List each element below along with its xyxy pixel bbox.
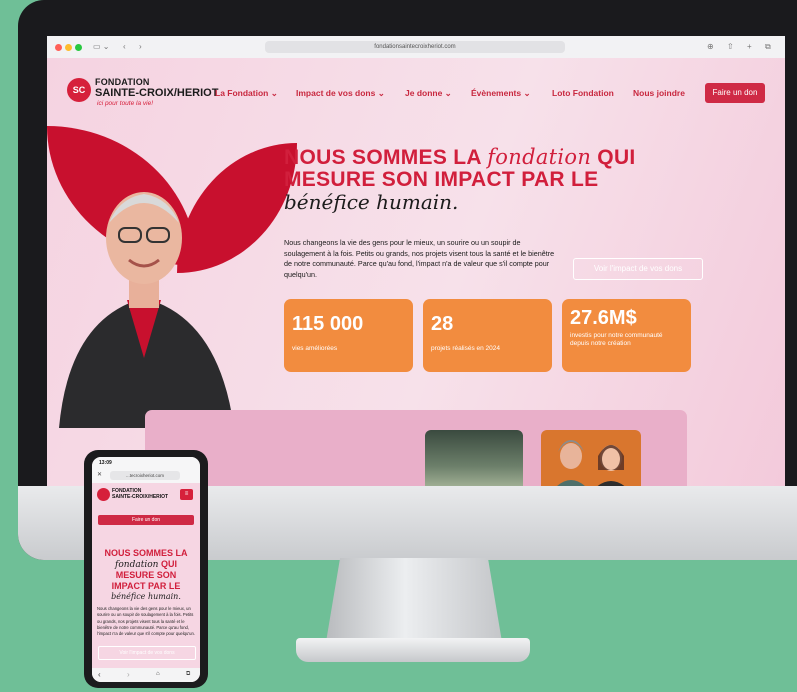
phone-heading-3: MESURE SON	[115, 570, 177, 580]
phone-screen: 13:09 ✕ ...tecroixheriot.com FONDATION SA…	[92, 457, 200, 682]
phone-heading-1: NOUS SOMMES LA	[104, 548, 188, 558]
impact-cta-button[interactable]: Voir l'impact de vos dons	[573, 258, 703, 280]
photo-thumbnail	[541, 430, 641, 486]
hero-heading-script: bénéfice humain.	[284, 190, 459, 214]
menu-icon[interactable]: ≡	[180, 489, 193, 500]
new-tab-icon[interactable]: +	[747, 42, 752, 52]
stat-label: projets réalisés en 2024	[431, 345, 501, 352]
stat-card: 28 projets réalisés en 2024	[423, 299, 552, 372]
stat-card: 115 000 vies améliorées	[284, 299, 413, 372]
phone-heading-4: IMPACT PAR LE	[111, 581, 181, 591]
nav-la-fondation[interactable]: La Fondation ⌄	[215, 88, 278, 99]
phone-donate-button[interactable]: Faire un don	[98, 515, 194, 525]
phone-logo[interactable]: FONDATION SAINTE-CROIX/HERIOT	[112, 488, 168, 500]
logo-tagline: ici pour toute la vie!	[97, 100, 154, 107]
phone-browser-bar: 13:09 ✕ ...tecroixheriot.com	[92, 457, 200, 483]
phone-cta-button[interactable]: Voir l'impact de vos dons	[98, 646, 196, 660]
address-bar[interactable]: fondationsaintecroixheriot.com	[265, 41, 565, 53]
logo-line2[interactable]: SAINTE-CROIX/HERIOT	[95, 87, 218, 99]
nav-nous-joindre[interactable]: Nous joindre	[633, 88, 685, 98]
zoom-dot[interactable]	[75, 44, 82, 51]
minimize-dot[interactable]	[65, 44, 72, 51]
phone-bottom-bar: ‹ › ⌂ ⧉	[92, 668, 200, 682]
stat-value: 28	[431, 313, 454, 335]
website: SC FONDATION SAINTE-CROIX/HERIOT ici pou…	[47, 58, 785, 486]
nav-evenements[interactable]: Évènements ⌄	[471, 88, 531, 99]
stat-label: vies améliorées	[292, 345, 338, 352]
hero-paragraph: Nous changeons la vie des gens pour le m…	[284, 238, 555, 279]
close-dot[interactable]	[55, 44, 62, 51]
hero-heading: NOUS SOMMES LA fondation QUI MESURE SON …	[284, 145, 636, 191]
browser-toolbar: ▭ ⌄ ‹ › fondationsaintecroixheriot.com ⊕…	[47, 36, 785, 59]
desktop-screen: ▭ ⌄ ‹ › fondationsaintecroixheriot.com ⊕…	[47, 36, 785, 486]
share-icon[interactable]: ⇧	[727, 42, 734, 52]
download-icon[interactable]: ⊕	[707, 42, 714, 52]
nav-impact[interactable]: Impact de vos dons ⌄	[296, 88, 385, 99]
phone-address-bar[interactable]: ...tecroixheriot.com	[110, 471, 180, 480]
phone-heading-5: bénéfice humain.	[111, 592, 181, 601]
photo-thumbnail	[425, 430, 523, 486]
logo-line1[interactable]: FONDATION	[95, 77, 150, 87]
stat-value: 115 000	[292, 313, 364, 335]
stat-card: 27.6M$ investis pour notre communauté de…	[562, 299, 691, 372]
back-icon[interactable]: ‹	[123, 42, 126, 52]
donate-button[interactable]: Faire un don	[705, 83, 765, 103]
phone-time: 13:09	[99, 460, 112, 466]
home-icon[interactable]: ⌂	[156, 671, 160, 677]
tabs-icon[interactable]: ⧉	[186, 671, 190, 678]
sidebar-icon[interactable]: ▭ ⌄	[93, 42, 109, 52]
forward-icon[interactable]: ›	[139, 42, 142, 52]
stat-value: 27.6M$	[570, 307, 637, 329]
logo-icon[interactable]	[97, 488, 110, 501]
monitor-stand	[326, 558, 502, 642]
logo-icon[interactable]: SC	[67, 78, 91, 102]
close-icon[interactable]: ✕	[97, 471, 102, 478]
tabs-icon[interactable]: ⧉	[765, 42, 771, 52]
forward-icon[interactable]: ›	[127, 670, 130, 679]
portrait-photo	[59, 192, 234, 428]
stat-label: investis pour notre communauté depuis no…	[570, 332, 663, 347]
nav-loto[interactable]: Loto Fondation	[552, 88, 614, 98]
monitor-base	[296, 638, 530, 662]
phone-heading-2: fondation QUI	[115, 559, 177, 570]
nav-je-donne[interactable]: Je donne ⌄	[405, 88, 452, 99]
phone-paragraph: Nous changeons la vie des gens pour le m…	[97, 606, 195, 637]
back-icon[interactable]: ‹	[98, 670, 101, 679]
